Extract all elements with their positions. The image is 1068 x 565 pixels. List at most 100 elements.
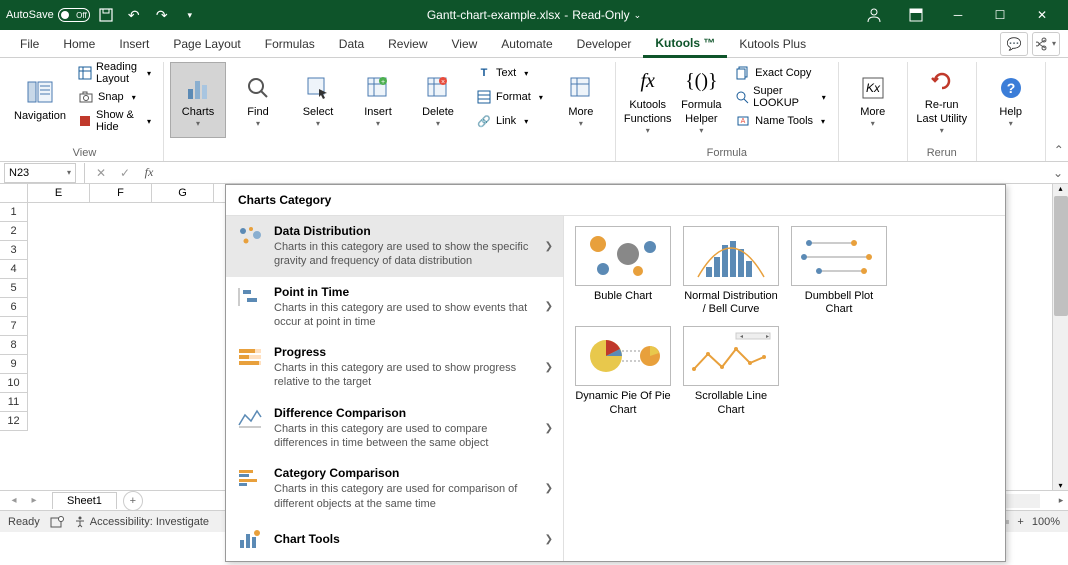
row-header[interactable]: 8: [0, 336, 28, 355]
tab-file[interactable]: File: [8, 30, 51, 58]
scrollable-line-thumb: ◂▸: [683, 326, 779, 386]
ribbon-options-icon[interactable]: [896, 0, 936, 30]
tab-page-layout[interactable]: Page Layout: [161, 30, 252, 58]
qat-dropdown-icon[interactable]: ▾: [178, 3, 202, 27]
sheet-nav-next[interactable]: ▸: [26, 493, 42, 509]
navigation-button[interactable]: Navigation: [12, 62, 68, 138]
formula-helper-button[interactable]: {()} Formula Helper▾: [678, 62, 726, 138]
formula-input[interactable]: [161, 163, 1048, 183]
enter-formula-icon[interactable]: ✓: [113, 163, 137, 183]
find-button[interactable]: Find▾: [230, 62, 286, 138]
zoom-in[interactable]: +: [1017, 516, 1023, 528]
tab-insert[interactable]: Insert: [107, 30, 161, 58]
redo-icon[interactable]: ↷: [150, 3, 174, 27]
more2-button[interactable]: Kx More▾: [845, 62, 901, 138]
tab-automate[interactable]: Automate: [489, 30, 564, 58]
kutools-functions-button[interactable]: fx Kutools Functions▾: [622, 62, 674, 138]
row-header[interactable]: 9: [0, 355, 28, 374]
tab-view[interactable]: View: [440, 30, 490, 58]
charts-button[interactable]: Charts▾: [170, 62, 226, 138]
more-kx-icon: Kx: [857, 72, 889, 104]
bell-curve-thumb: [683, 226, 779, 286]
hscroll-right[interactable]: ▸: [1054, 494, 1068, 508]
zoom-level[interactable]: 100%: [1032, 516, 1060, 528]
tab-review[interactable]: Review: [376, 30, 439, 58]
name-tools-button[interactable]: AName Tools▾: [729, 110, 832, 132]
col-header[interactable]: F: [90, 184, 152, 203]
row-header[interactable]: 11: [0, 393, 28, 412]
row-header[interactable]: 1: [0, 203, 28, 222]
super-lookup-button[interactable]: Super LOOKUP▾: [729, 86, 832, 108]
category-comparison-icon: [236, 466, 264, 490]
rerun-icon: [926, 65, 958, 97]
comments-icon[interactable]: 💬: [1000, 32, 1028, 56]
close-icon[interactable]: ✕: [1022, 0, 1062, 30]
undo-icon[interactable]: ↶: [122, 3, 146, 27]
format-button[interactable]: Format▾: [470, 86, 549, 108]
category-progress[interactable]: ProgressCharts in this category are used…: [226, 337, 563, 398]
show-hide-button[interactable]: Show & Hide▾: [72, 110, 157, 132]
row-header[interactable]: 7: [0, 317, 28, 336]
minimize-icon[interactable]: ─: [938, 0, 978, 30]
share-icon[interactable]: ▾: [1032, 32, 1060, 56]
category-chart-tools[interactable]: Chart Tools ❯: [226, 519, 563, 561]
row-header[interactable]: 10: [0, 374, 28, 393]
autosave-toggle[interactable]: AutoSave Off: [6, 8, 90, 22]
maximize-icon[interactable]: ☐: [980, 0, 1020, 30]
category-category-comparison[interactable]: Category ComparisonCharts in this catego…: [226, 458, 563, 519]
category-difference-comparison[interactable]: Difference ComparisonCharts in this cate…: [226, 398, 563, 459]
select-button[interactable]: Select▾: [290, 62, 346, 138]
sheet-tab[interactable]: Sheet1: [52, 492, 117, 509]
formula-expand-icon[interactable]: ⌄: [1048, 163, 1068, 183]
chart-dumbbell[interactable]: Dumbbell Plot Chart: [790, 226, 888, 316]
select-all-cell[interactable]: [0, 184, 28, 203]
save-icon[interactable]: [94, 3, 118, 27]
account-icon[interactable]: [854, 0, 894, 30]
chart-bubble[interactable]: Buble Chart: [574, 226, 672, 316]
text-button[interactable]: TText▾: [470, 62, 549, 84]
sheet-nav-prev[interactable]: ◂: [6, 493, 22, 509]
ribbon-collapse-icon[interactable]: ⌃: [1046, 139, 1068, 161]
add-sheet-button[interactable]: +: [123, 491, 143, 511]
category-point-in-time[interactable]: Point in TimeCharts in this category are…: [226, 277, 563, 338]
row-header[interactable]: 4: [0, 260, 28, 279]
charts-category-dropdown: Charts Category Data DistributionCharts …: [225, 184, 1006, 562]
tab-kutools[interactable]: Kutools ™: [643, 30, 727, 58]
chart-dynamic-pie[interactable]: Dynamic Pie Of Pie Chart: [574, 326, 672, 416]
link-button[interactable]: 🔗Link▾: [470, 110, 549, 132]
name-box[interactable]: N23▾: [4, 163, 76, 183]
group-label-rerun: Rerun: [927, 145, 957, 161]
tab-data[interactable]: Data: [327, 30, 376, 58]
rerun-button[interactable]: Re-run Last Utility▾: [914, 62, 970, 138]
cancel-formula-icon[interactable]: ✕: [89, 163, 113, 183]
spreadsheet: 1 2 3 4 5 6 7 8 9 10 11 12 E F G T ▴ ▾ C…: [0, 184, 1068, 490]
lookup-icon: [735, 89, 749, 105]
row-header[interactable]: 3: [0, 241, 28, 260]
vscroll-thumb[interactable]: [1054, 196, 1068, 316]
macro-record-icon[interactable]: [50, 515, 64, 529]
tab-home[interactable]: Home: [51, 30, 107, 58]
reading-layout-button[interactable]: Reading Layout▾: [72, 62, 157, 84]
help-button[interactable]: ? Help▾: [983, 62, 1039, 138]
col-header[interactable]: G: [152, 184, 214, 203]
tab-formulas[interactable]: Formulas: [253, 30, 327, 58]
delete-button[interactable]: × Delete▾: [410, 62, 466, 138]
tab-kutools-plus[interactable]: Kutools Plus: [727, 30, 818, 58]
row-header[interactable]: 12: [0, 412, 28, 431]
row-header[interactable]: 6: [0, 298, 28, 317]
exact-copy-button[interactable]: Exact Copy: [729, 62, 832, 84]
vertical-scrollbar[interactable]: ▴ ▾: [1052, 184, 1068, 490]
chart-scrollable-line[interactable]: ◂▸ Scrollable Line Chart: [682, 326, 780, 416]
accessibility-status[interactable]: Accessibility: Investigate: [74, 516, 209, 528]
chart-normal-distribution[interactable]: Normal Distribution / Bell Curve: [682, 226, 780, 316]
category-data-distribution[interactable]: Data DistributionCharts in this category…: [226, 216, 563, 277]
snap-button[interactable]: Snap▾: [72, 86, 157, 108]
row-header[interactable]: 5: [0, 279, 28, 298]
insert-icon: +: [362, 72, 394, 104]
row-header[interactable]: 2: [0, 222, 28, 241]
fx-icon[interactable]: fx: [137, 163, 161, 183]
tab-developer[interactable]: Developer: [565, 30, 644, 58]
more-button[interactable]: More▾: [553, 62, 609, 138]
insert-button[interactable]: + Insert▾: [350, 62, 406, 138]
col-header[interactable]: E: [28, 184, 90, 203]
